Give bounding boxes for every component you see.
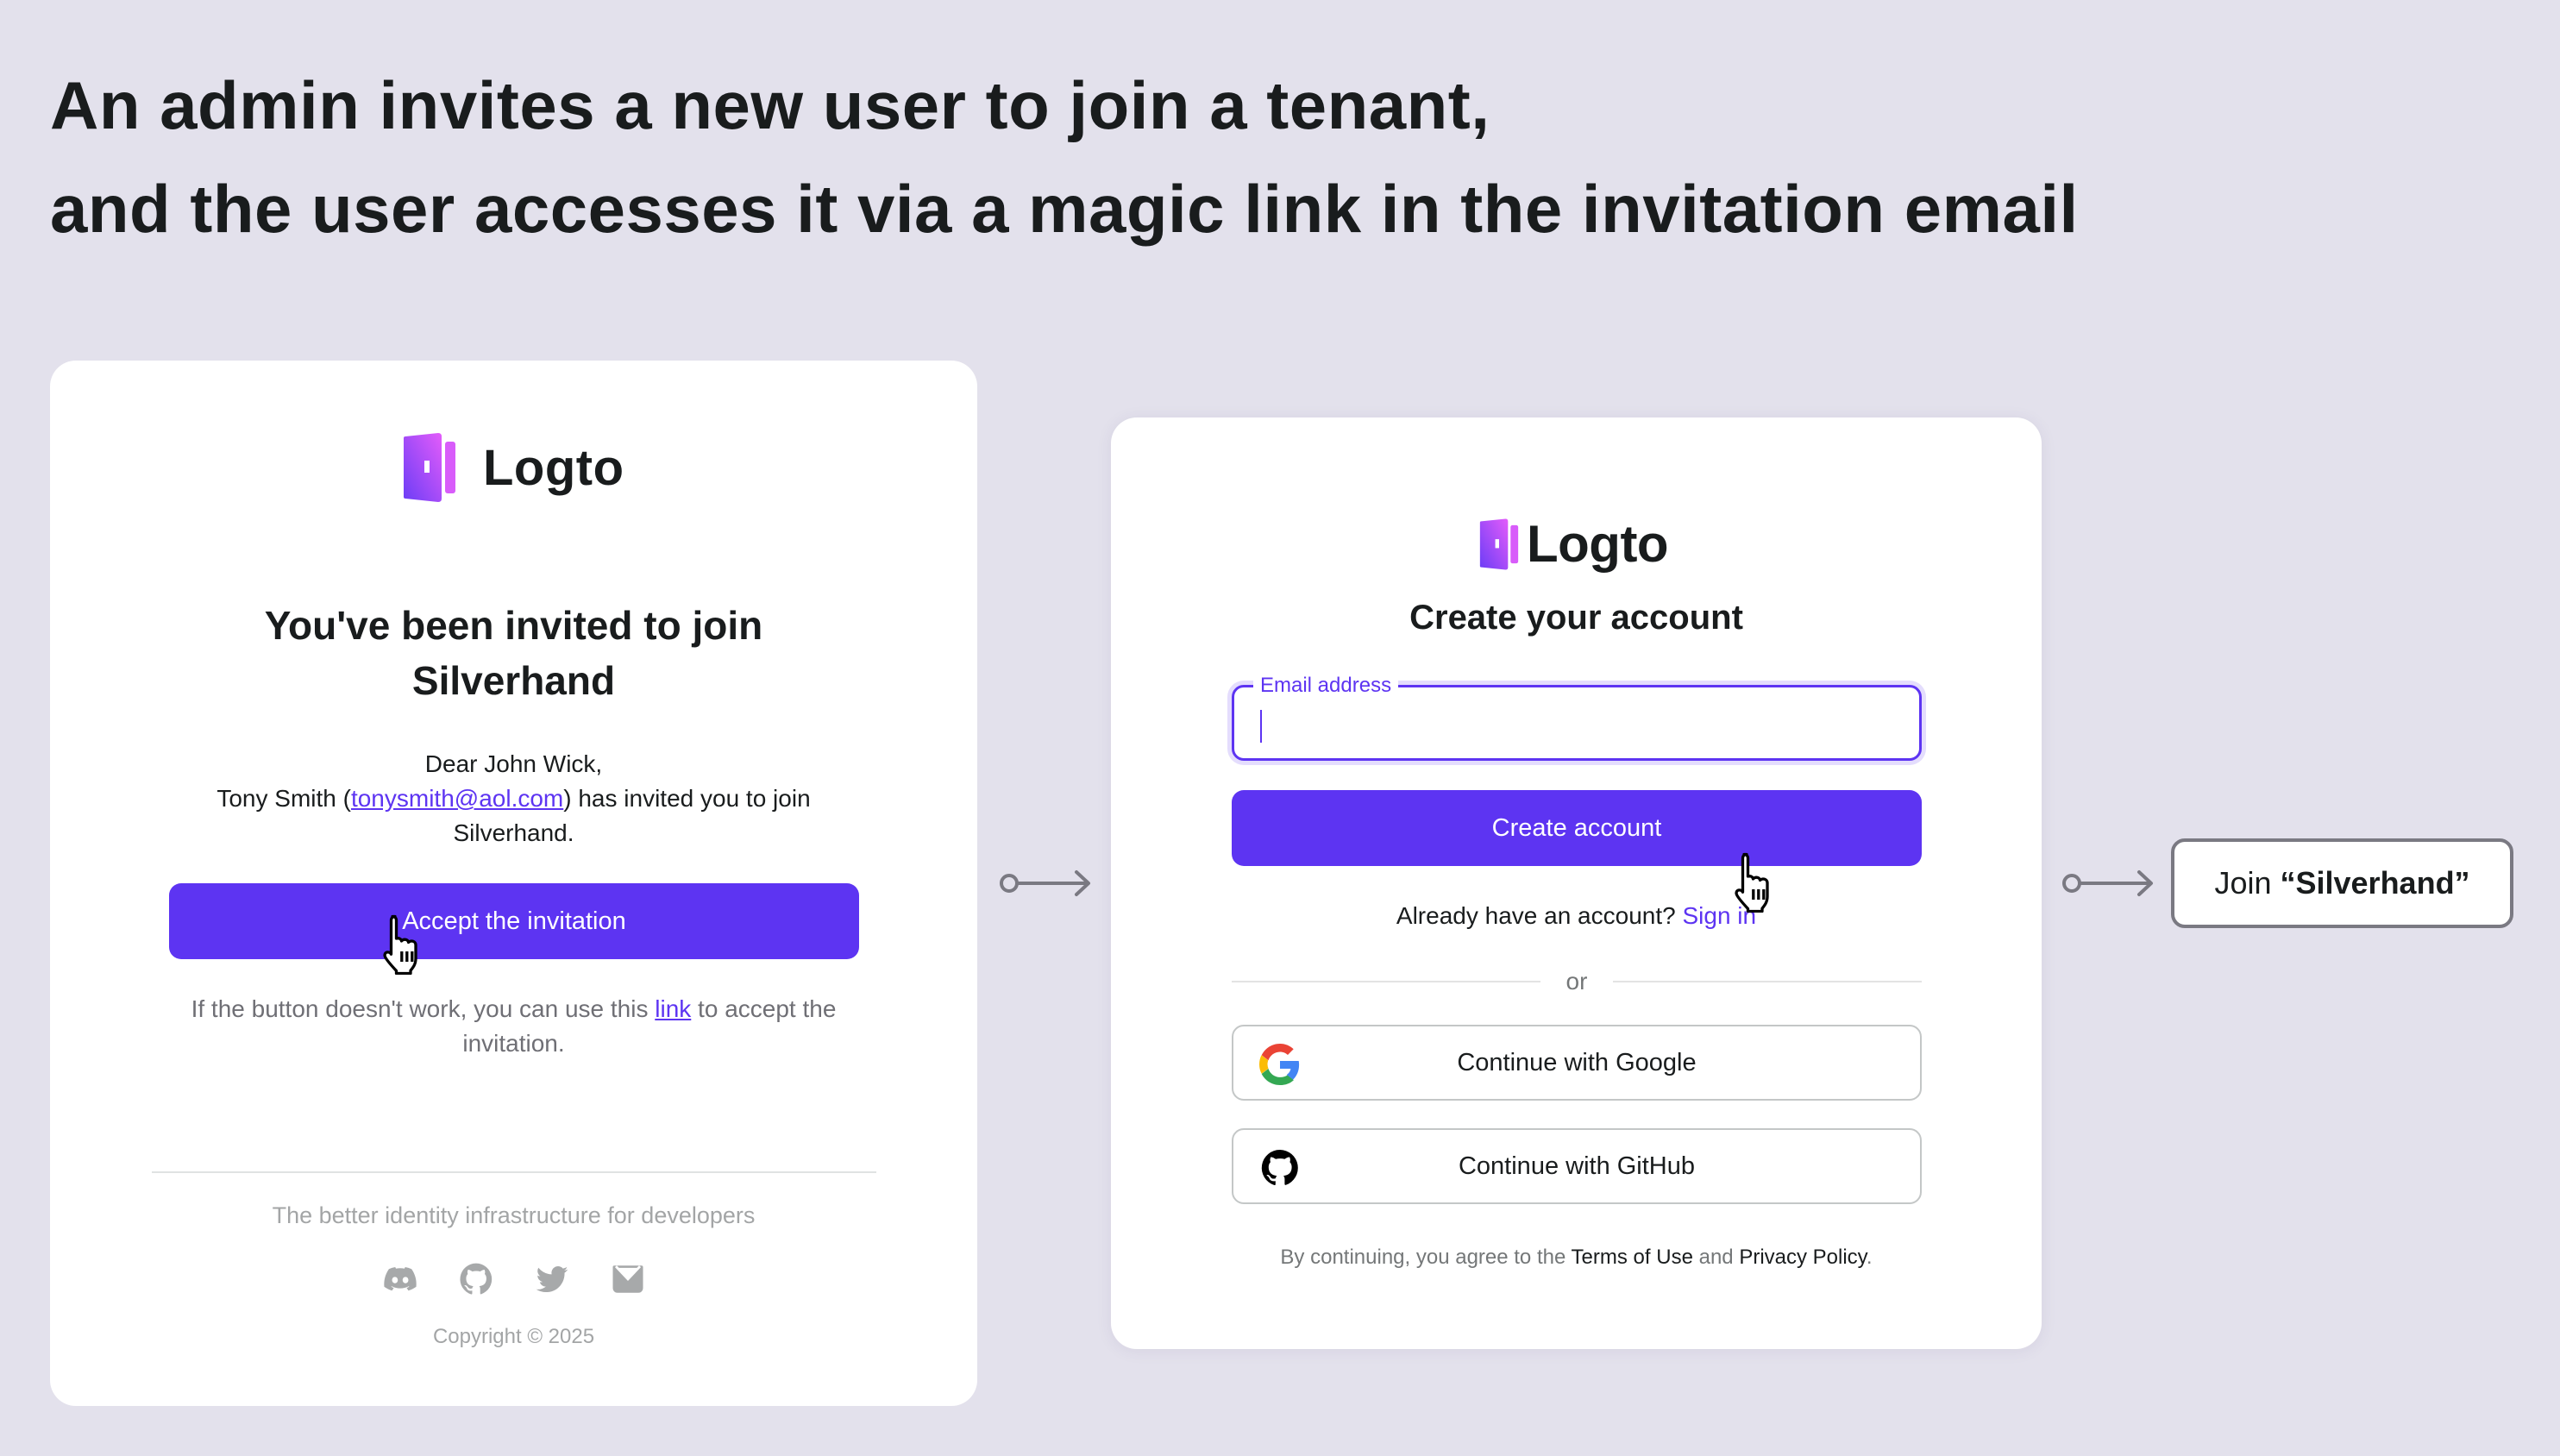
create-account-title: Create your account bbox=[1409, 599, 1743, 637]
inviter-name: Tony Smith bbox=[216, 785, 336, 812]
signin-prompt: Already have an account? Sign in bbox=[1111, 902, 2042, 930]
google-button-label: Continue with Google bbox=[1457, 1048, 1697, 1076]
logto-logo-icon bbox=[1479, 518, 1519, 570]
email-icon[interactable] bbox=[610, 1261, 646, 1297]
tagline: The better identity infrastructure for d… bbox=[272, 1202, 756, 1228]
logto-logo: Logto bbox=[1477, 514, 1669, 574]
hand-pointer-cursor-icon bbox=[1735, 852, 1769, 913]
logto-logo: Logto bbox=[400, 431, 624, 504]
create-account-card: Logto Create your account Email address … bbox=[1111, 417, 2042, 1349]
divider-text: or bbox=[1565, 968, 1588, 995]
inviter-email-link[interactable]: tonysmith@aol.com bbox=[351, 785, 563, 812]
headline-line-2: and the user accesses it via a magic lin… bbox=[50, 171, 2079, 247]
email-input[interactable] bbox=[1234, 687, 1919, 758]
google-icon bbox=[1259, 1044, 1300, 1085]
footer-divider bbox=[152, 1171, 876, 1173]
fallback-text: If the button doesn't work, you can use … bbox=[50, 992, 977, 1061]
logo-wordmark: Logto bbox=[483, 439, 624, 496]
continue-with-github-button[interactable]: Continue with GitHub bbox=[1232, 1128, 1922, 1204]
logo-wordmark: Logto bbox=[1527, 515, 1669, 573]
result-tenant-name: “Silverhand” bbox=[2280, 865, 2470, 901]
terms-suffix: . bbox=[1866, 1246, 1873, 1269]
twitter-icon[interactable] bbox=[534, 1261, 570, 1297]
or-divider: or bbox=[1232, 964, 1922, 999]
terms-of-use-link[interactable]: Terms of Use bbox=[1572, 1246, 1693, 1269]
hand-pointer-cursor-icon bbox=[383, 914, 417, 975]
invitation-email-card: Logto You've been invited to join Silver… bbox=[50, 361, 977, 1406]
terms-prefix: By continuing, you agree to the bbox=[1280, 1246, 1572, 1269]
signin-prompt-text: Already have an account? bbox=[1396, 902, 1676, 929]
email-field[interactable]: Email address bbox=[1232, 674, 1922, 761]
divider-line-right bbox=[1613, 981, 1922, 982]
flow-arrow-icon bbox=[2062, 870, 2153, 896]
accept-invitation-button[interactable]: Accept the invitation bbox=[169, 883, 859, 959]
copyright: Copyright © 2025 bbox=[432, 1325, 595, 1348]
discord-icon[interactable] bbox=[382, 1261, 418, 1297]
headline: An admin invites a new user to join a te… bbox=[50, 53, 2079, 260]
result-prefix: Join bbox=[2214, 865, 2272, 901]
fallback-prefix: If the button doesn't work, you can use … bbox=[191, 995, 656, 1022]
headline-line-1: An admin invites a new user to join a te… bbox=[50, 67, 1490, 143]
create-account-button[interactable]: Create account bbox=[1232, 790, 1922, 866]
greeting: Dear John Wick, bbox=[424, 750, 603, 777]
social-links bbox=[50, 1261, 977, 1297]
continue-with-google-button[interactable]: Continue with Google bbox=[1232, 1025, 1922, 1101]
github-icon bbox=[1261, 1149, 1298, 1186]
github-button-label: Continue with GitHub bbox=[1458, 1152, 1696, 1180]
terms-notice: By continuing, you agree to the Terms of… bbox=[1111, 1246, 2042, 1270]
text-caret bbox=[1260, 710, 1262, 743]
invitation-title: You've been invited to join Silverhand bbox=[264, 603, 763, 703]
join-tenant-result: Join “Silverhand” bbox=[2171, 838, 2513, 928]
inviter-paren-open: ( bbox=[336, 785, 351, 812]
email-field-label: Email address bbox=[1253, 674, 1399, 698]
github-icon[interactable] bbox=[458, 1261, 494, 1297]
invitation-message: Dear John Wick, Tony Smith (tonysmith@ao… bbox=[50, 747, 977, 850]
privacy-policy-link[interactable]: Privacy Policy bbox=[1739, 1246, 1867, 1269]
flow-arrow-icon bbox=[1000, 870, 1090, 896]
inviter-line: Tony Smith (tonysmith@aol.com) has invit… bbox=[162, 781, 865, 850]
fallback-link[interactable]: link bbox=[655, 995, 691, 1022]
logto-logo-icon bbox=[404, 433, 455, 502]
terms-and: and bbox=[1692, 1246, 1740, 1269]
divider-line-left bbox=[1232, 981, 1540, 982]
